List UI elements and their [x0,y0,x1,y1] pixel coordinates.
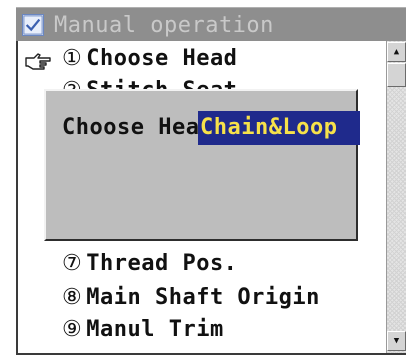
down-arrow-icon: ▼ [393,336,400,346]
item-number: ① [62,46,83,71]
choose-head-dialog: Choose Head Chain&Loop [44,89,360,241]
item-label: Manul Trim [86,317,224,342]
title-bar: Manual operation [16,7,406,41]
checkmark-window-icon [22,14,44,36]
scroll-down-button[interactable]: ▼ [387,331,406,351]
up-arrow-icon: ▲ [393,47,400,57]
menu-item-main-shaft-origin[interactable]: ⑧ Main Shaft Origin [62,285,320,310]
choose-head-label: Choose Head [62,115,214,140]
item-number: ⑨ [62,317,83,342]
menu-item-thread-pos[interactable]: ⑦ Thread Pos. [62,251,237,276]
vertical-scrollbar[interactable]: ▲ ▼ [386,41,406,353]
menu-item-manul-trim[interactable]: ⑨ Manul Trim [62,317,224,342]
pointing-hand-icon [25,53,51,70]
manual-operation-window: Manual operation ①Choose Head ②Stitch Se… [0,0,411,360]
menu-item-choose-head[interactable]: ① Choose Head [62,46,237,71]
scroll-up-button[interactable]: ▲ [387,42,406,62]
item-label: Thread Pos. [86,251,238,276]
scroll-thumb[interactable] [387,63,406,87]
window-title: Manual operation [54,13,274,38]
item-label: Choose Head [86,46,238,71]
head-type-select[interactable]: Chain&Loop [198,111,360,145]
item-number: ⑦ [62,251,83,276]
item-number: ⑧ [62,285,83,310]
item-label: Main Shaft Origin [86,285,320,310]
